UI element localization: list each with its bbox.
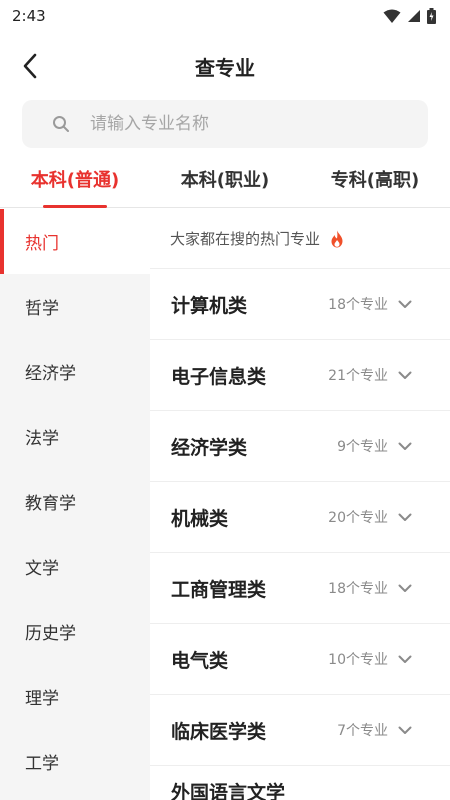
major-count: 18个专业 <box>328 297 388 313</box>
sidebar-item-label: 工学 <box>25 754 59 774</box>
major-meta: 9个专业 <box>337 436 414 456</box>
major-name: 计算机类 <box>171 294 248 317</box>
search-icon <box>50 113 72 135</box>
chevron-down-icon[interactable] <box>396 295 414 313</box>
major-meta: 21个专业 <box>328 365 414 385</box>
major-meta: 20个专业 <box>328 507 414 527</box>
major-meta: 7个专业 <box>337 720 414 740</box>
major-meta: 18个专业 <box>328 578 414 598</box>
major-meta: 10个专业 <box>328 649 414 669</box>
major-count: 20个专业 <box>328 510 388 526</box>
major-name: 经济学类 <box>171 436 248 459</box>
chevron-down-icon[interactable] <box>396 508 414 526</box>
major-name: 外国语言文学 <box>171 782 286 800</box>
sidebar-item-label: 经济学 <box>25 364 76 384</box>
major-name: 工商管理类 <box>171 578 267 601</box>
chevron-down-icon[interactable] <box>396 650 414 668</box>
tab-junior-college[interactable]: 专科(高职) <box>300 150 450 208</box>
header: 查专业 <box>0 40 450 92</box>
major-row[interactable]: 机械类 20个专业 <box>150 482 450 553</box>
major-row[interactable]: 外国语言文学 <box>150 766 450 800</box>
major-count: 18个专业 <box>328 581 388 597</box>
search-box[interactable] <box>22 100 428 148</box>
major-row[interactable]: 电气类 10个专业 <box>150 624 450 695</box>
sidebar-item-engineering[interactable]: 工学 <box>0 729 150 794</box>
major-row[interactable]: 计算机类 18个专业 <box>150 269 450 340</box>
major-name: 机械类 <box>171 507 229 530</box>
major-name: 临床医学类 <box>171 720 267 743</box>
page-title: 查专业 <box>195 55 255 80</box>
sidebar-item-label: 热门 <box>25 234 59 254</box>
major-row[interactable]: 临床医学类 7个专业 <box>150 695 450 766</box>
major-list: 大家都在搜的热门专业 计算机类 18个专业 电子信息类 21个专业 经济学类 9… <box>150 209 450 800</box>
major-meta: 18个专业 <box>328 294 414 314</box>
sidebar-item-label: 理学 <box>25 689 59 709</box>
sidebar-item-hot[interactable]: 热门 <box>0 209 150 274</box>
battery-icon <box>427 8 436 24</box>
category-sidebar: 热门 哲学 经济学 法学 教育学 文学 历史学 理学 工学 <box>0 209 150 800</box>
tab-undergrad-vocational[interactable]: 本科(职业) <box>150 150 300 208</box>
tab-label: 本科(普通) <box>30 170 120 191</box>
sidebar-item-economics[interactable]: 经济学 <box>0 339 150 404</box>
major-name: 电子信息类 <box>171 365 267 388</box>
status-time: 2:43 <box>12 7 46 25</box>
sidebar-active-indicator <box>0 209 4 274</box>
status-icons <box>383 8 436 24</box>
search-input[interactable] <box>90 114 390 134</box>
major-row[interactable]: 经济学类 9个专业 <box>150 411 450 482</box>
major-count: 10个专业 <box>328 652 388 668</box>
sidebar-item-label: 法学 <box>25 429 59 449</box>
back-button[interactable] <box>12 48 48 84</box>
major-name: 电气类 <box>171 649 229 672</box>
fire-icon <box>330 230 344 248</box>
hot-section-title: 大家都在搜的热门专业 <box>170 230 321 248</box>
sidebar-item-education[interactable]: 教育学 <box>0 469 150 534</box>
chevron-down-icon[interactable] <box>396 437 414 455</box>
wifi-icon <box>383 9 401 23</box>
sidebar-item-literature[interactable]: 文学 <box>0 534 150 599</box>
tab-undergrad-regular[interactable]: 本科(普通) <box>0 150 150 208</box>
chevron-down-icon[interactable] <box>396 579 414 597</box>
sidebar-item-label: 历史学 <box>25 624 76 644</box>
back-arrow-icon <box>23 53 37 79</box>
tab-label: 专科(高职) <box>330 170 420 191</box>
level-tabs: 本科(普通) 本科(职业) 专科(高职) <box>0 150 450 208</box>
major-row[interactable]: 电子信息类 21个专业 <box>150 340 450 411</box>
sidebar-item-history[interactable]: 历史学 <box>0 599 150 664</box>
sidebar-item-label: 文学 <box>25 559 59 579</box>
sidebar-item-label: 哲学 <box>25 299 59 319</box>
sidebar-item-philosophy[interactable]: 哲学 <box>0 274 150 339</box>
signal-icon <box>408 10 420 22</box>
tab-active-indicator <box>43 205 107 208</box>
status-bar: 2:43 <box>0 0 450 32</box>
major-count: 9个专业 <box>337 439 388 455</box>
sidebar-item-science[interactable]: 理学 <box>0 664 150 729</box>
chevron-down-icon[interactable] <box>396 721 414 739</box>
tab-label: 本科(职业) <box>180 170 270 191</box>
hot-section-header: 大家都在搜的热门专业 <box>150 209 450 269</box>
major-count: 21个专业 <box>328 368 388 384</box>
sidebar-item-law[interactable]: 法学 <box>0 404 150 469</box>
major-row[interactable]: 工商管理类 18个专业 <box>150 553 450 624</box>
sidebar-item-label: 教育学 <box>25 494 76 514</box>
major-count: 7个专业 <box>337 723 388 739</box>
chevron-down-icon[interactable] <box>396 366 414 384</box>
